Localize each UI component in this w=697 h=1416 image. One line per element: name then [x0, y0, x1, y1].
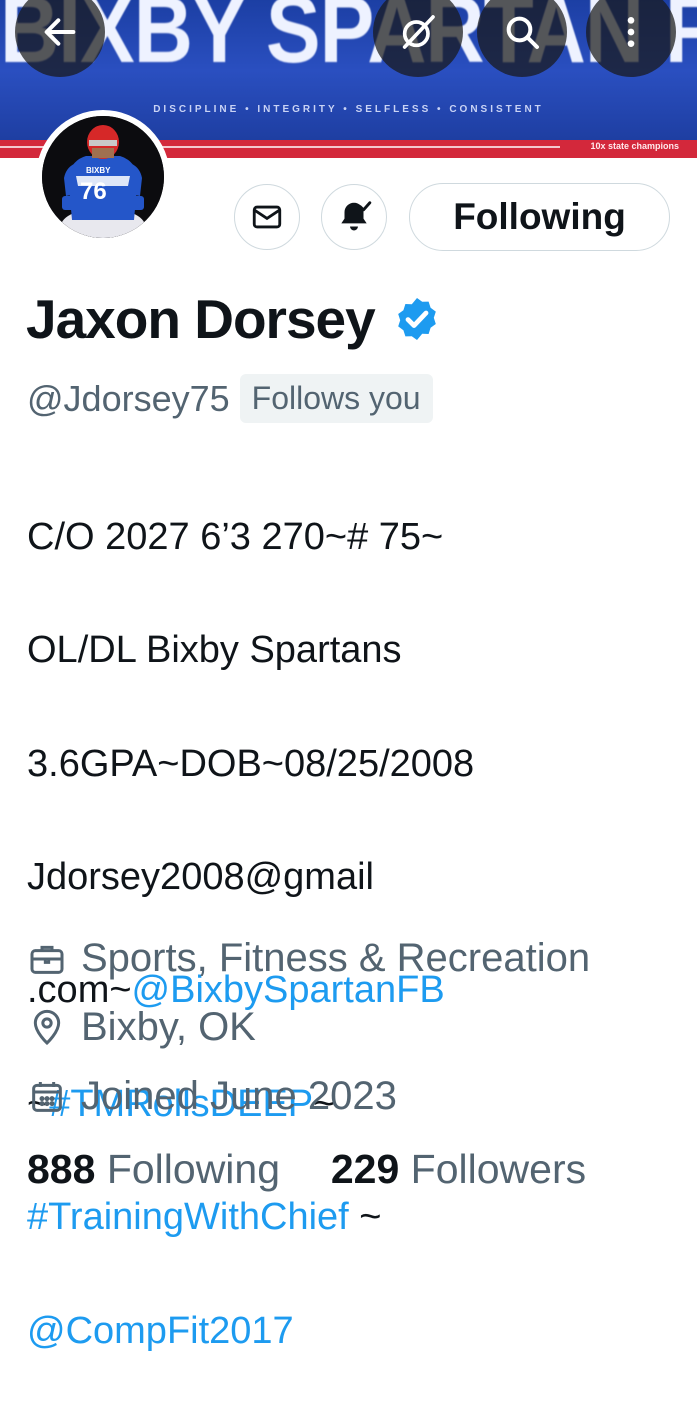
hashtag-link-trainingwithchief[interactable]: #TrainingWithChief — [27, 1196, 349, 1238]
category-text: Sports, Fitness & Recreation — [81, 936, 591, 980]
avatar[interactable]: 76 BIXBY — [36, 110, 170, 244]
message-button[interactable] — [234, 184, 300, 250]
bio-line: @CompFit2017 — [27, 1303, 677, 1360]
joined-row: Joined June 2023 — [27, 1074, 397, 1119]
briefcase-icon — [30, 945, 64, 974]
followers-label: Followers — [410, 1146, 587, 1192]
location-pin-icon — [33, 1009, 61, 1045]
name-row: Jaxon Dorsey — [26, 282, 441, 356]
bio-line: C/O 2027 6’3 270~# 75~ — [27, 515, 444, 558]
back-arrow-icon — [44, 18, 76, 46]
calendar-icon — [32, 1081, 62, 1112]
location-text: Bixby, OK — [81, 1005, 256, 1049]
location-row: Bixby, OK — [27, 1005, 256, 1050]
category-row: Sports, Fitness & Recreation — [27, 936, 590, 981]
bio-line: Jdorsey2008@gmail — [27, 855, 374, 898]
banner-champions: 10x state champions — [590, 141, 679, 151]
following-count-link[interactable]: 888 Following — [27, 1146, 280, 1192]
avatar-photo: 76 BIXBY — [42, 116, 164, 238]
follows-you-badge: Follows you — [239, 374, 433, 423]
username-handle: @Jdorsey75 — [27, 377, 230, 419]
envelope-icon — [252, 205, 282, 229]
bio-line: #TrainingWithChief ~ — [27, 1189, 677, 1246]
bio-line: OL/DL Bixby Spartans — [27, 629, 402, 672]
notifications-button[interactable] — [321, 184, 387, 250]
following-button[interactable]: Following — [409, 183, 670, 251]
bio-text: ~ — [348, 1196, 382, 1239]
bell-check-icon — [341, 201, 372, 231]
joined-text: Joined June 2023 — [81, 1074, 397, 1118]
more-vertical-icon — [627, 17, 635, 47]
grok-icon — [402, 15, 435, 49]
followers-count-link[interactable]: 229 Followers — [331, 1146, 586, 1192]
verified-badge-icon[interactable] — [393, 295, 441, 343]
avatar-jersey-text: BIXBY — [86, 166, 111, 175]
following-count: 888 — [27, 1146, 96, 1192]
bio: C/O 2027 6’3 270~# 75~ OL/DL Bixby Spart… — [27, 452, 677, 1416]
handle-row: @Jdorsey75 Follows you — [27, 374, 433, 423]
following-label: Following — [106, 1146, 281, 1192]
avatar-jersey-number: 76 — [80, 178, 107, 205]
bio-line: 3.6GPA~DOB~08/25/2008 — [27, 742, 475, 785]
follow-counts: 888 Following 229 Followers — [27, 1146, 586, 1193]
followers-count: 229 — [330, 1146, 400, 1192]
search-icon — [506, 16, 539, 49]
display-name: Jaxon Dorsey — [26, 288, 376, 350]
player-silhouette — [42, 116, 164, 238]
mention-link-compfit2017[interactable]: @CompFit2017 — [27, 1310, 294, 1352]
